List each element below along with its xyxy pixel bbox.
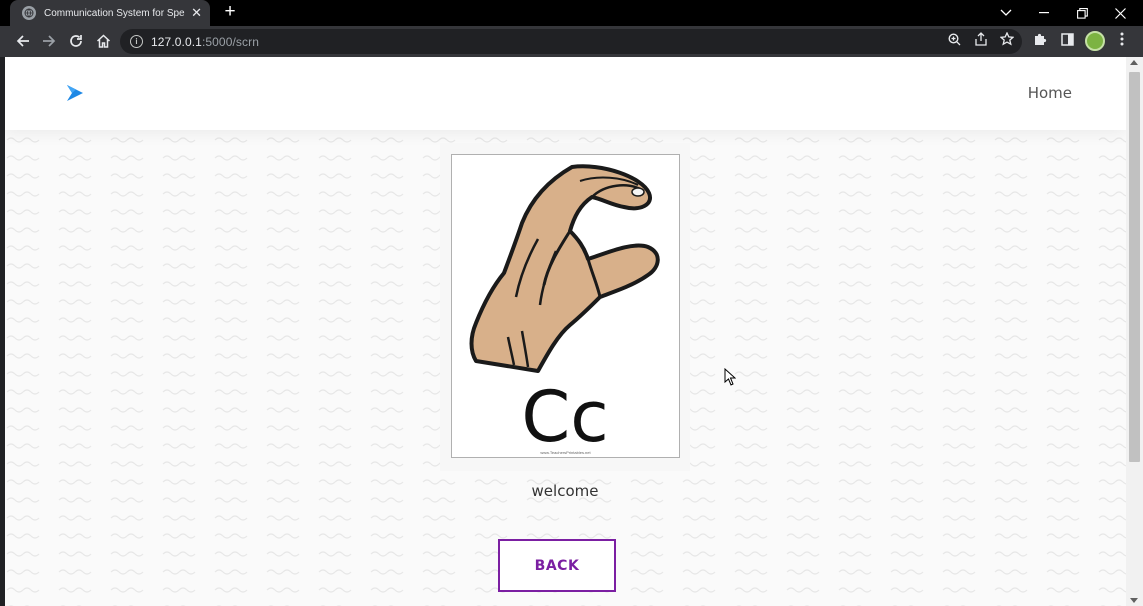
side-panel-icon[interactable] xyxy=(1059,31,1075,47)
sign-language-image: Cc www.TeachersPrintables.net xyxy=(451,154,680,458)
address-bar[interactable]: i 127.0.0.1:5000/scrn xyxy=(120,29,1022,54)
chevron-down-icon[interactable] xyxy=(987,0,1025,26)
restore-icon[interactable] xyxy=(1063,0,1101,26)
back-button[interactable]: BACK xyxy=(498,539,616,592)
sign-letters: Cc xyxy=(521,376,608,455)
info-icon[interactable]: i xyxy=(130,35,143,48)
home-icon[interactable] xyxy=(91,29,115,53)
back-arrow-icon[interactable] xyxy=(11,29,35,53)
close-icon[interactable]: ✕ xyxy=(191,5,202,21)
browser-tab[interactable]: Communication System for Specially ✕ xyxy=(10,0,210,26)
page-scrollbar[interactable] xyxy=(1126,57,1143,606)
scroll-down-arrow-icon[interactable] xyxy=(1130,598,1138,603)
hand-sign-c-illustration: Cc xyxy=(469,164,660,458)
scrollbar-thumb[interactable] xyxy=(1129,72,1140,462)
nav-home-link[interactable]: Home xyxy=(1028,84,1072,102)
tab-strip: Communication System for Specially ✕ + xyxy=(0,0,1143,26)
star-icon[interactable] xyxy=(999,31,1015,47)
page-viewport: Home Cc www.TeachersPrintables.net welco… xyxy=(5,57,1126,606)
minimize-icon[interactable] xyxy=(1025,0,1063,26)
extensions-icon[interactable] xyxy=(1032,31,1048,47)
url-text: 127.0.0.1:5000/scrn xyxy=(151,34,259,49)
zoom-icon[interactable] xyxy=(946,31,962,47)
scroll-up-arrow-icon[interactable] xyxy=(1130,60,1138,65)
close-window-icon[interactable] xyxy=(1101,0,1139,26)
menu-dots-icon[interactable] xyxy=(1114,31,1130,47)
profile-avatar[interactable] xyxy=(1085,31,1105,51)
navbar: Home xyxy=(5,57,1126,130)
globe-icon xyxy=(22,6,36,20)
forward-arrow-icon[interactable] xyxy=(37,29,61,53)
plus-icon[interactable]: + xyxy=(220,2,240,22)
reload-icon[interactable] xyxy=(64,29,88,53)
browser-toolbar: i 127.0.0.1:5000/scrn xyxy=(0,26,1143,57)
share-icon[interactable] xyxy=(973,31,989,47)
tab-title: Communication System for Specially xyxy=(44,7,185,19)
mouse-pointer-icon xyxy=(724,368,736,386)
chevron-logo-icon[interactable] xyxy=(65,84,85,102)
image-credit: www.TeachersPrintables.net xyxy=(540,450,591,455)
prediction-caption: welcome xyxy=(531,482,599,500)
